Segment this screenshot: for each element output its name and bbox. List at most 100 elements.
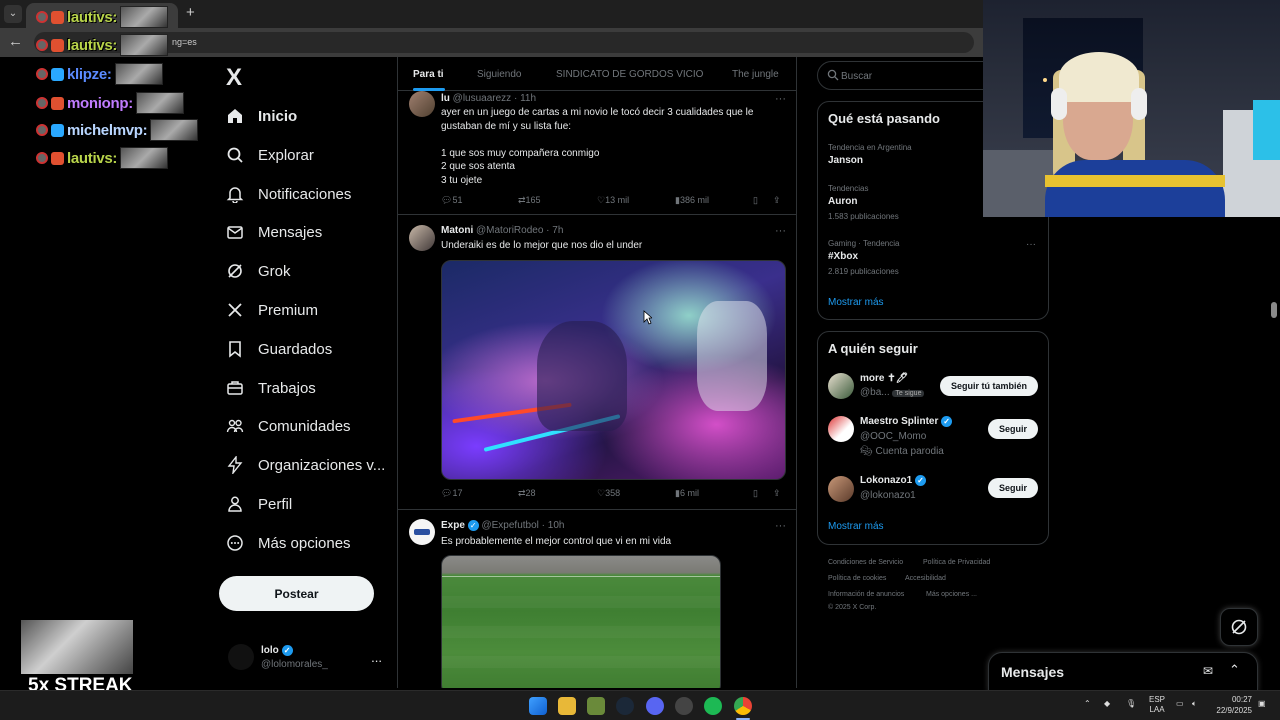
follow-suggestion-name[interactable]: Lokonazo1 ✓	[860, 475, 927, 486]
footer-link[interactable]: Accesibilidad	[905, 575, 946, 582]
repost-button[interactable]: ⇄ 165	[518, 195, 541, 206]
url-field[interactable]: ng=es	[34, 32, 974, 53]
app-icon[interactable]	[587, 697, 605, 715]
footer-link[interactable]: Más opciones ...	[926, 591, 977, 598]
nav-item-organizaciones-v[interactable]: Organizaciones v...	[226, 450, 385, 480]
share-icon[interactable]: ⇪	[773, 488, 781, 499]
trend-name[interactable]: Auron	[828, 196, 857, 207]
like-button[interactable]: ♡ 13 mil	[597, 195, 629, 206]
chat-emote	[120, 147, 169, 169]
tweet-more-icon[interactable]: ···	[775, 93, 786, 105]
share-icon[interactable]: ⇪	[773, 195, 781, 206]
follow-button[interactable]: Seguir	[987, 419, 1038, 439]
nav-item-guardados[interactable]: Guardados	[226, 334, 332, 364]
post-button[interactable]: Postear	[219, 576, 374, 611]
nav-item-comunidades[interactable]: Comunidades	[226, 411, 351, 441]
avatar[interactable]	[409, 91, 435, 117]
steam-icon[interactable]	[616, 697, 634, 715]
webcam-headset	[1131, 88, 1147, 120]
tray-overflow-icon[interactable]: ⌃	[1084, 699, 1091, 720]
nav-item-perfil[interactable]: Perfil	[226, 489, 292, 519]
tab-search-icon[interactable]: ⌄	[4, 5, 22, 23]
footer-link[interactable]: Condiciones de Servicio	[828, 559, 903, 566]
notifications-icon[interactable]: ▣	[1258, 699, 1266, 720]
avatar[interactable]	[409, 519, 435, 545]
repost-button[interactable]: ⇄ 28	[518, 488, 536, 499]
discord-icon[interactable]	[646, 697, 664, 715]
nav-item-más-opciones[interactable]: Más opciones	[226, 528, 351, 558]
reply-button[interactable]: 💬︎ 51	[441, 195, 462, 206]
new-message-icon[interactable]: ✉	[1203, 664, 1213, 678]
messages-drawer[interactable]: Mensajes ✉ ⌃	[988, 652, 1258, 692]
nav-item-inicio[interactable]: Inicio	[226, 101, 297, 131]
chat-message: lautivs:	[36, 6, 169, 28]
tab-siguiendo[interactable]: Siguiendo	[477, 69, 521, 80]
reply-button[interactable]: 💬︎ 17	[441, 488, 462, 499]
follow-suggestion-name[interactable]: more ✝🖊	[860, 373, 908, 384]
avatar[interactable]	[828, 416, 854, 442]
tray-app-icon[interactable]: ◆	[1104, 699, 1110, 720]
nav-item-premium[interactable]: Premium	[226, 295, 318, 325]
start-windows-icon[interactable]	[529, 697, 547, 715]
bookmark-icon[interactable]: ▯	[753, 488, 758, 499]
trend-name[interactable]: Janson	[828, 155, 863, 166]
follow-suggestion-name[interactable]: Maestro Splinter ✓	[860, 416, 953, 427]
file-explorer-icon[interactable]	[558, 697, 576, 715]
tweet-video[interactable]	[441, 260, 786, 480]
chat-username: klipze:	[67, 65, 112, 83]
search-input[interactable]: Buscar	[841, 71, 872, 82]
obs-icon[interactable]	[675, 697, 693, 715]
footer-link[interactable]: Información de anuncios	[828, 591, 904, 598]
avatar[interactable]	[409, 225, 435, 251]
views-button[interactable]: ▮ 6 mil	[675, 488, 699, 499]
footer-link[interactable]: Política de cookies	[828, 575, 886, 582]
avatar[interactable]	[828, 373, 854, 399]
show-more-link[interactable]: Mostrar más	[828, 297, 884, 308]
follow-button[interactable]: Seguir	[987, 478, 1038, 498]
trend-meta: Tendencia en Argentina	[828, 143, 912, 152]
nav-item-trabajos[interactable]: Trabajos	[226, 373, 316, 403]
who-to-follow-title: A quién seguir	[828, 341, 918, 356]
follow-back-button[interactable]: Seguir tú también	[939, 376, 1038, 396]
more-dots-icon[interactable]: ...	[371, 650, 382, 665]
expand-chevron-icon[interactable]: ⌃	[1229, 662, 1240, 678]
account-switcher[interactable]: lolo ✓ @lolomorales_ ...	[228, 644, 386, 674]
views-button[interactable]: ▮ 386 mil	[675, 195, 709, 206]
volume-icon[interactable]: 🔈︎	[1192, 699, 1197, 720]
tab-sindicato[interactable]: SINDICATO DE GORDOS VICIO	[556, 69, 703, 80]
chat-badge-icon	[51, 96, 64, 110]
page-scrollbar[interactable]	[1271, 302, 1277, 318]
show-more-link[interactable]: Mostrar más	[828, 521, 884, 532]
language-indicator[interactable]: ESP LAA	[1145, 695, 1169, 715]
nav-item-mensajes[interactable]: Mensajes	[226, 217, 322, 247]
avatar[interactable]	[828, 476, 854, 502]
tweet-video[interactable]	[441, 555, 721, 688]
tab-the-jungle[interactable]: The jungle	[732, 69, 779, 80]
new-tab-icon[interactable]: +	[186, 4, 195, 21]
tweet[interactable]: lu @lusuaarezz · 11h ··· ayer en un jueg…	[398, 91, 796, 215]
streak-image	[21, 620, 133, 674]
nav-item-label: Inicio	[258, 107, 298, 125]
bookmark-icon[interactable]: ▯	[753, 195, 758, 206]
like-button[interactable]: ♡ 358	[597, 488, 620, 499]
nav-item-explorar[interactable]: Explorar	[226, 140, 314, 170]
chat-username: lautivs:	[67, 149, 118, 167]
microphone-icon[interactable]: 🎙︎	[1126, 699, 1136, 720]
spotify-icon[interactable]	[704, 697, 722, 715]
footer-link[interactable]: Política de Privacidad	[923, 559, 990, 566]
nav-item-grok[interactable]: Grok	[226, 256, 291, 286]
taskbar-clock[interactable]: 00:27 22/9/2025	[1208, 694, 1252, 716]
chrome-icon[interactable]	[734, 697, 752, 715]
tweet-more-icon[interactable]: ···	[775, 520, 786, 532]
tweet-actions: 💬︎ 51 ⇄ 165 ♡ 13 mil ▮ 386 mil ▯ ⇪	[441, 195, 786, 209]
trend-more-icon[interactable]: ···	[1026, 239, 1036, 250]
back-arrow-icon[interactable]: ←	[8, 33, 23, 50]
network-icon[interactable]: ▭	[1176, 699, 1184, 720]
x-logo-icon[interactable]: X	[226, 64, 242, 92]
chat-username: lautivs:	[67, 36, 118, 54]
nav-item-notificaciones[interactable]: Notificaciones	[226, 179, 351, 209]
tab-para-ti[interactable]: Para ti	[413, 69, 444, 80]
tweet-more-icon[interactable]: ···	[775, 225, 786, 237]
grok-button[interactable]	[1220, 608, 1258, 646]
trend-name[interactable]: #Xbox	[828, 251, 858, 262]
